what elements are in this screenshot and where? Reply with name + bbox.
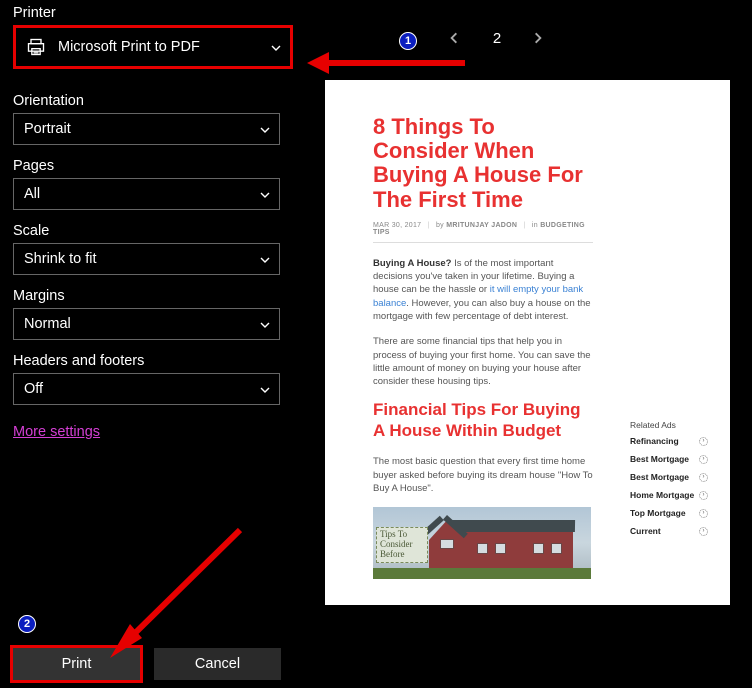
meta-author: MRITUNJAY JADON xyxy=(446,222,517,229)
more-settings-link[interactable]: More settings xyxy=(13,424,100,440)
cancel-button[interactable]: Cancel xyxy=(154,648,281,680)
printer-select[interactable]: Microsoft Print to PDF xyxy=(13,25,293,69)
printer-icon xyxy=(26,37,46,57)
ad-arrow-icon: › xyxy=(699,509,708,518)
chevron-down-icon xyxy=(270,42,280,52)
scale-value: Shrink to fit xyxy=(24,251,97,267)
article-para-2: There are some financial tips that help … xyxy=(373,335,593,388)
ad-arrow-icon: › xyxy=(699,491,708,500)
margins-label: Margins xyxy=(13,288,293,304)
article-image: Tips To Consider Before xyxy=(373,507,591,579)
pages-section: Pages All xyxy=(13,158,293,210)
ad-item: Refinancing› xyxy=(630,436,708,446)
ad-arrow-icon: › xyxy=(699,437,708,446)
related-ads: Related Ads Refinancing› Best Mortgage› … xyxy=(630,420,708,544)
headers-section: Headers and footers Off xyxy=(13,353,293,405)
article-para-1: Buying A House? Is of the most important… xyxy=(373,257,593,323)
printer-value: Microsoft Print to PDF xyxy=(58,39,200,55)
annotation-arrow-2 xyxy=(100,520,260,660)
action-buttons: Print Cancel xyxy=(13,648,281,680)
ad-item: Home Mortgage› xyxy=(630,490,708,500)
chevron-down-icon xyxy=(259,254,269,264)
scale-section: Scale Shrink to fit xyxy=(13,223,293,275)
article-title: 8 Things To Consider When Buying A House… xyxy=(373,115,593,212)
article-body: 8 Things To Consider When Buying A House… xyxy=(373,115,593,579)
chevron-down-icon xyxy=(259,124,269,134)
next-page-button[interactable] xyxy=(531,31,547,47)
orientation-section: Orientation Portrait xyxy=(13,93,293,145)
headers-select[interactable]: Off xyxy=(13,373,280,405)
print-button[interactable]: Print xyxy=(13,648,140,680)
margins-value: Normal xyxy=(24,316,71,332)
ad-arrow-icon: › xyxy=(699,527,708,536)
printer-section: Printer Microsoft Print to PDF xyxy=(13,5,293,69)
ads-title: Related Ads xyxy=(630,420,708,430)
preview-pagination: 2 xyxy=(397,30,597,47)
article-meta: MAR 30, 2017 | by MRITUNJAY JADON | in B… xyxy=(373,222,593,243)
scale-select[interactable]: Shrink to fit xyxy=(13,243,280,275)
headers-label: Headers and footers xyxy=(13,353,293,369)
ad-item: Best Mortgage› xyxy=(630,472,708,482)
image-caption: Tips To Consider Before xyxy=(376,527,428,563)
page-number: 2 xyxy=(493,30,501,47)
orientation-label: Orientation xyxy=(13,93,293,109)
headers-value: Off xyxy=(24,381,43,397)
orientation-select[interactable]: Portrait xyxy=(13,113,280,145)
ad-item: Best Mortgage› xyxy=(630,454,708,464)
chevron-down-icon xyxy=(259,384,269,394)
prev-page-button[interactable] xyxy=(447,31,463,47)
article-para-3: The most basic question that every first… xyxy=(373,455,593,495)
scale-label: Scale xyxy=(13,223,293,239)
orientation-value: Portrait xyxy=(24,121,71,137)
margins-select[interactable]: Normal xyxy=(13,308,280,340)
ad-item: Current› xyxy=(630,526,708,536)
meta-date: MAR 30, 2017 xyxy=(373,222,421,229)
printer-label: Printer xyxy=(13,5,293,21)
more-settings-section: More settings xyxy=(13,423,293,441)
pages-select[interactable]: All xyxy=(13,178,280,210)
ad-item: Top Mortgage› xyxy=(630,508,708,518)
ad-arrow-icon: › xyxy=(699,473,708,482)
margins-section: Margins Normal xyxy=(13,288,293,340)
pages-label: Pages xyxy=(13,158,293,174)
article-subhead: Financial Tips For Buying A House Within… xyxy=(373,400,593,441)
annotation-badge-2: 2 xyxy=(18,615,36,633)
print-settings-panel: Printer Microsoft Print to PDF Orientati… xyxy=(13,5,293,454)
chevron-down-icon xyxy=(259,319,269,329)
ad-arrow-icon: › xyxy=(699,455,708,464)
pages-value: All xyxy=(24,186,40,202)
chevron-down-icon xyxy=(259,189,269,199)
annotation-arrow-1 xyxy=(307,54,465,74)
page-preview: 8 Things To Consider When Buying A House… xyxy=(325,80,730,605)
